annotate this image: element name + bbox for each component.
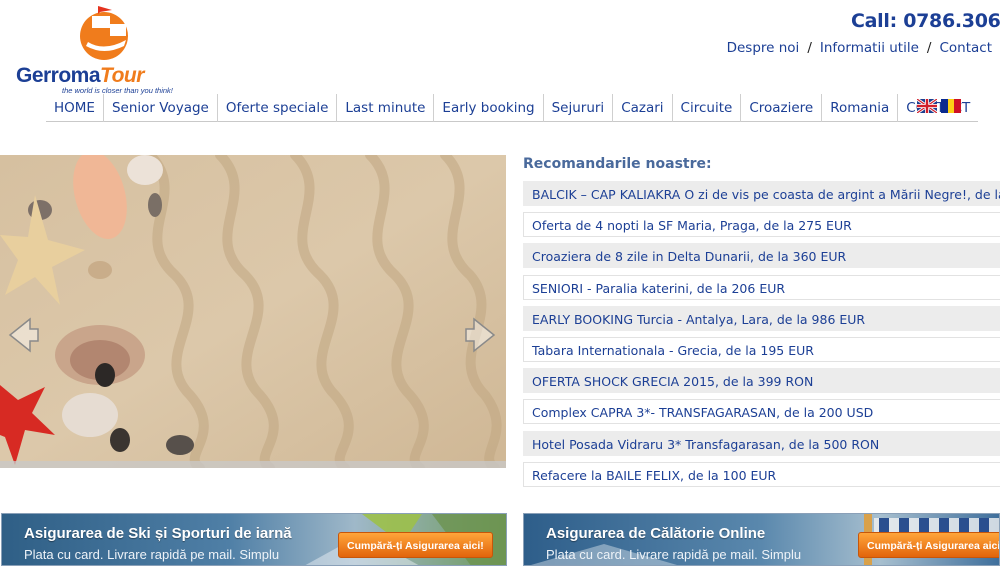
list-item[interactable]: SENIORI - Paralia katerini, de la 206 EU… bbox=[523, 274, 1000, 300]
list-item[interactable]: Oferta de 4 nopti la SF Maria, Praga, de… bbox=[523, 212, 1000, 238]
link-despre-noi[interactable]: Despre noi bbox=[727, 40, 800, 56]
romania-flag-icon[interactable] bbox=[941, 99, 961, 113]
nav-item-oferte-speciale[interactable]: Oferte speciale bbox=[216, 94, 337, 122]
ski-insurance-banner[interactable]: Asigurarea de Ski și Sporturi de iarnă P… bbox=[1, 513, 507, 566]
link-contact[interactable]: Contact bbox=[939, 40, 992, 56]
nav-item-early-booking[interactable]: Early booking bbox=[433, 94, 542, 122]
link-separator: / bbox=[807, 40, 812, 56]
top-links: Despre noi / Informatii utile / Contact bbox=[727, 40, 992, 56]
buy-insurance-button[interactable]: Cumpără-ți Asigurarea aici! bbox=[858, 532, 999, 558]
chevron-left-icon[interactable] bbox=[2, 315, 42, 355]
nav-item-home[interactable]: HOME bbox=[46, 94, 103, 122]
list-item[interactable]: Tabara Internationala - Grecia, de la 19… bbox=[523, 336, 1000, 362]
ship-logo-icon bbox=[80, 6, 128, 60]
site-logo[interactable]: GerromaTour the world is closer than you… bbox=[14, 6, 194, 95]
list-item[interactable]: Croaziera de 8 zile in Delta Dunarii, de… bbox=[523, 243, 1000, 269]
travel-insurance-banner[interactable]: Asigurarea de Călătorie Online Plata cu … bbox=[523, 513, 1000, 566]
slider-progress-bar bbox=[0, 461, 506, 468]
link-separator: / bbox=[926, 40, 932, 56]
call-phone[interactable]: Call: 0786.306.7 bbox=[851, 10, 1000, 32]
list-item[interactable]: Complex CAPRA 3*- TRANSFAGARASAN, de la … bbox=[523, 399, 1000, 425]
recommendations-title: Recomandarile noastre: bbox=[523, 156, 712, 172]
recommendations-list: BALCIK – CAP KALIAKRA O zi de vis pe coa… bbox=[523, 181, 1000, 493]
nav-item-last-minute[interactable]: Last minute bbox=[336, 94, 433, 122]
nav-item-sejururi[interactable]: Sejururi bbox=[542, 94, 613, 122]
hero-slider[interactable] bbox=[0, 155, 506, 468]
banner-title: Asigurarea de Călătorie Online bbox=[546, 525, 766, 542]
beach-shells-image bbox=[0, 155, 506, 468]
nav-item-cazari[interactable]: Cazari bbox=[612, 94, 671, 122]
uk-flag-icon[interactable] bbox=[917, 99, 937, 113]
banner-title: Asigurarea de Ski și Sporturi de iarnă bbox=[24, 525, 292, 542]
banner-subtitle: Plata cu card. Livrare rapidă pe mail. S… bbox=[546, 547, 802, 562]
nav-item-circuite[interactable]: Circuite bbox=[671, 94, 741, 122]
nav-item-romania[interactable]: Romania bbox=[821, 94, 897, 122]
banner-subtitle: Plata cu card. Livrare rapidă pe mail. S… bbox=[24, 547, 280, 562]
language-flags bbox=[917, 99, 961, 113]
list-item[interactable]: Hotel Posada Vidraru 3* Transfagarasan, … bbox=[523, 430, 1000, 456]
list-item[interactable]: BALCIK – CAP KALIAKRA O zi de vis pe coa… bbox=[523, 181, 1000, 206]
link-informatii-utile[interactable]: Informatii utile bbox=[820, 40, 919, 56]
list-item[interactable]: OFERTA SHOCK GRECIA 2015, de la 399 RON bbox=[523, 368, 1000, 394]
nav-item-senior-voyage[interactable]: Senior Voyage bbox=[102, 94, 217, 122]
main-nav: HOME Senior Voyage Oferte speciale Last … bbox=[46, 94, 979, 122]
list-item[interactable]: EARLY BOOKING Turcia - Antalya, Lara, de… bbox=[523, 305, 1000, 331]
nav-item-croaziere[interactable]: Croaziere bbox=[740, 94, 821, 122]
buy-insurance-button[interactable]: Cumpără-ți Asigurarea aici! bbox=[338, 532, 493, 558]
brand-name: GerromaTour bbox=[16, 64, 144, 87]
list-item[interactable]: Refacere la BAILE FELIX, de la 100 EUR bbox=[523, 461, 1000, 487]
chevron-right-icon[interactable] bbox=[462, 315, 502, 355]
